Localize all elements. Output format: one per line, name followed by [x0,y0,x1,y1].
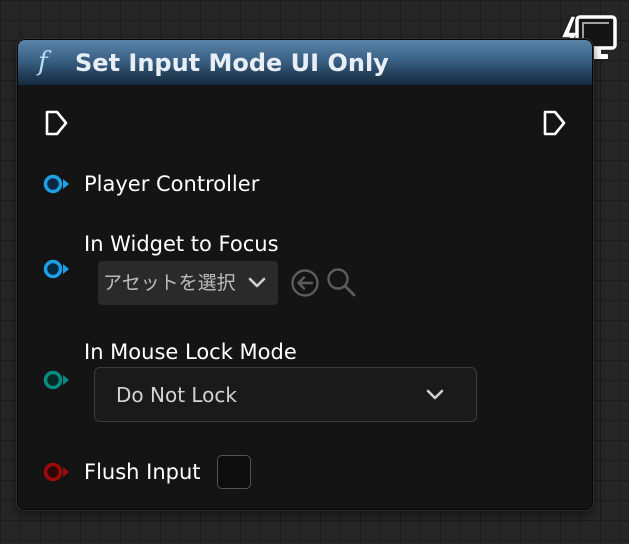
player-controller-pin-icon[interactable] [42,173,72,195]
flush-input-checkbox[interactable] [217,455,251,489]
node-title: Set Input Mode UI Only [75,49,389,77]
exec-out-pin-icon[interactable] [542,110,568,136]
asset-picker-combo[interactable]: アセットを選択 [98,261,278,305]
widget-to-focus-pin-icon[interactable] [42,258,72,280]
flush-input-label: Flush Input [84,460,201,484]
mouse-lock-mode-label: In Mouse Lock Mode [84,340,297,364]
mouse-lock-mode-selected: Do Not Lock [116,383,237,407]
chevron-down-icon [426,389,444,400]
flush-input-pin-icon[interactable] [42,461,72,483]
mouse-lock-mode-dropdown[interactable]: Do Not Lock [94,367,477,422]
function-icon: f [38,47,48,77]
set-input-mode-node[interactable]: f Set Input Mode UI Only Player Controll… [17,39,593,510]
browse-search-icon[interactable] [325,266,357,298]
widget-to-focus-label: In Widget to Focus [84,232,279,256]
asset-picker-value: アセットを選択 [103,272,236,294]
use-selected-arrow-left-circle-icon[interactable] [289,267,321,299]
mouse-lock-mode-pin-icon[interactable] [42,369,72,391]
chevron-down-icon [248,277,266,288]
node-header[interactable]: f Set Input Mode UI Only [18,40,592,85]
exec-in-pin-icon[interactable] [44,110,70,136]
player-controller-label: Player Controller [84,172,260,196]
